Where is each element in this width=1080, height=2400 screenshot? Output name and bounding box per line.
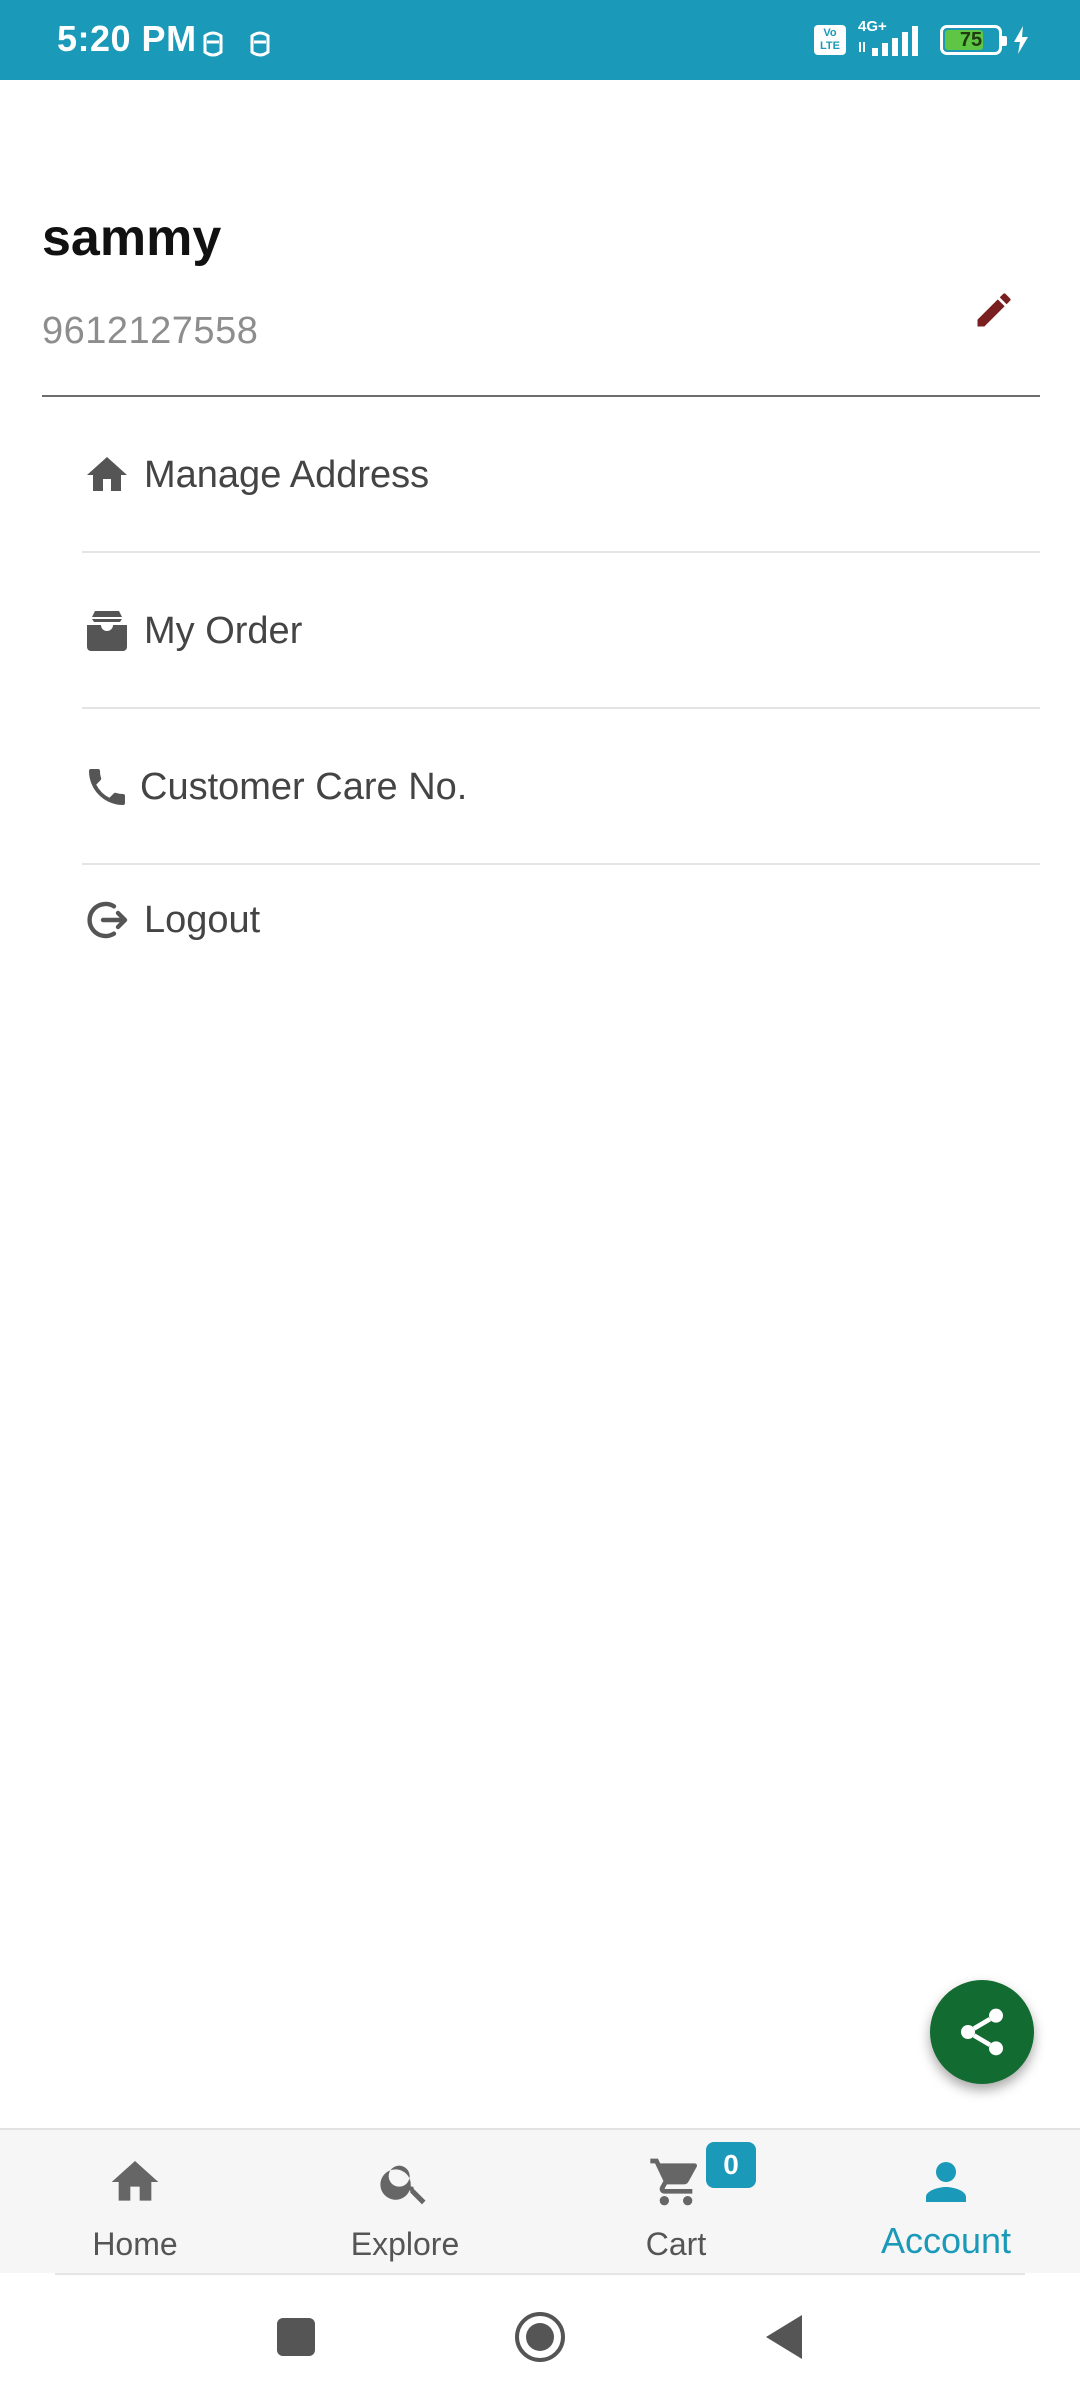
person-icon: [916, 2152, 976, 2212]
menu-item-manage-address[interactable]: Manage Address: [82, 397, 1040, 553]
bottom-navigation: Home Explore Cart Account: [0, 2128, 1080, 2273]
recents-button[interactable]: [264, 2305, 328, 2369]
share-icon: [961, 2008, 1003, 2056]
menu-item-label: Manage Address: [144, 453, 430, 496]
square-icon: [277, 2318, 315, 2356]
nav-label: Explore: [350, 2226, 460, 2262]
phone-icon: [82, 762, 132, 812]
nav-label: Cart: [645, 2226, 707, 2262]
nav-home[interactable]: Home: [35, 2130, 235, 2275]
menu-item-label: Customer Care No.: [140, 765, 468, 808]
notification-icon: [250, 31, 270, 57]
cart-count-badge: 0: [706, 2142, 756, 2188]
battery-icon: 75: [940, 25, 1007, 55]
nav-label: Account: [880, 2220, 1012, 2261]
status-bar: 5:20 PM Vo LTE 4G+ 75: [0, 0, 1080, 80]
volte-icon: Vo LTE: [814, 25, 846, 55]
menu-item-logout[interactable]: Logout: [82, 865, 1040, 975]
menu-item-my-order[interactable]: My Order: [82, 553, 1040, 709]
menu-item-customer-care[interactable]: Customer Care No.: [82, 709, 1040, 865]
charging-icon: [1014, 26, 1028, 54]
home-icon: [105, 2152, 165, 2212]
battery-nub: [1002, 36, 1007, 46]
home-system-button[interactable]: [508, 2305, 572, 2369]
back-button[interactable]: [752, 2305, 816, 2369]
share-button[interactable]: [930, 1980, 1034, 2084]
circle-icon: [515, 2312, 565, 2362]
cart-icon: [646, 2152, 706, 2212]
inbox-icon: [82, 606, 132, 656]
search-icon: [375, 2152, 435, 2212]
profile-name: sammy: [42, 209, 222, 267]
battery-level: 75: [959, 29, 983, 51]
signal-icon: 4G+: [856, 18, 924, 58]
profile-phone: 9612127558: [42, 310, 259, 352]
back-triangle-icon: [766, 2315, 802, 2359]
nav-explore[interactable]: Explore: [305, 2130, 505, 2275]
status-time: 5:20 PM: [57, 18, 197, 59]
edit-profile-button[interactable]: [968, 284, 1020, 336]
system-navigation-bar: [0, 2275, 1080, 2400]
pencil-icon: [977, 293, 1011, 327]
home-icon: [82, 450, 132, 500]
menu-item-label: My Order: [144, 609, 303, 652]
menu-item-label: Logout: [144, 898, 261, 941]
nav-account[interactable]: Account: [846, 2130, 1046, 2275]
status-indicators: Vo LTE 4G+ 75: [814, 18, 1030, 60]
logout-icon: [82, 895, 132, 945]
nav-label: Home: [92, 2226, 178, 2262]
notification-icon: [203, 31, 223, 57]
